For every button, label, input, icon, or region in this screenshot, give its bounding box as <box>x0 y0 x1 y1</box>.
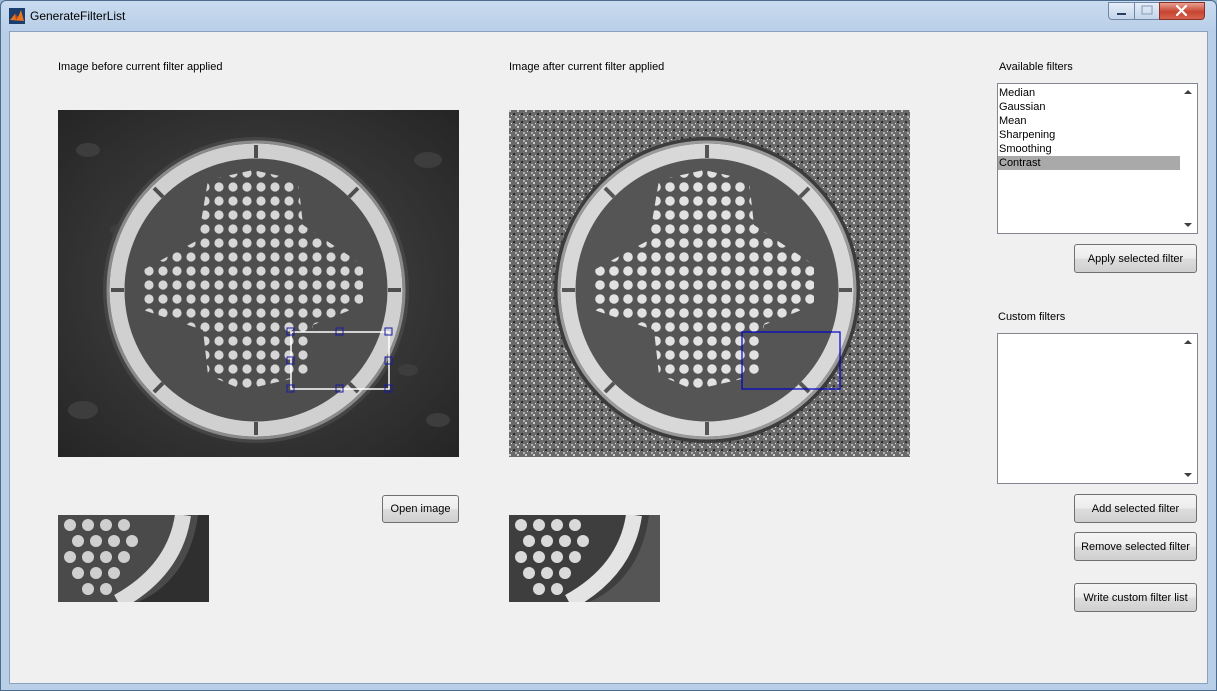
close-icon <box>1175 4 1188 17</box>
custom-filters-label: Custom filters <box>998 311 1066 323</box>
available-filters-scrollbar[interactable] <box>1180 84 1197 233</box>
maximize-button[interactable] <box>1134 2 1160 20</box>
list-item[interactable]: Smoothing <box>998 142 1180 156</box>
figure-panel: Image before current filter applied Imag… <box>9 31 1208 684</box>
before-image-label: Image before current filter applied <box>58 61 223 73</box>
before-zoom-picture <box>58 515 209 602</box>
maximize-icon <box>1141 5 1153 15</box>
list-item[interactable]: Contrast <box>998 156 1180 170</box>
scroll-up-arrow-icon[interactable] <box>1184 90 1192 94</box>
open-image-button[interactable]: Open image <box>382 495 459 523</box>
title-bar[interactable]: GenerateFilterList <box>1 1 1216 30</box>
available-filters-label: Available filters <box>999 61 1073 73</box>
list-item[interactable]: Mean <box>998 114 1180 128</box>
minimize-button[interactable] <box>1108 2 1135 20</box>
scroll-down-arrow-icon[interactable] <box>1184 223 1192 227</box>
write-custom-filter-list-button[interactable]: Write custom filter list <box>1074 583 1197 612</box>
remove-selected-filter-button[interactable]: Remove selected filter <box>1074 532 1197 561</box>
before-image <box>58 110 459 457</box>
window-title: GenerateFilterList <box>30 9 126 23</box>
list-item[interactable]: Median <box>998 86 1180 100</box>
custom-filters-scrollbar[interactable] <box>1180 334 1197 483</box>
after-image-label: Image after current filter applied <box>509 61 665 73</box>
available-filters-list: Median Gaussian Mean Sharpening Smoothing Con… <box>998 84 1180 170</box>
custom-filters-list <box>998 334 1180 336</box>
after-image-axes[interactable] <box>509 110 910 457</box>
list-item[interactable]: Gaussian <box>998 100 1180 114</box>
available-filters-listbox[interactable]: Median Gaussian Mean Sharpening Smoothing Con… <box>997 83 1198 234</box>
custom-filters-listbox[interactable] <box>997 333 1198 484</box>
scroll-up-arrow-icon[interactable] <box>1184 340 1192 344</box>
before-image-axes[interactable] <box>58 110 459 457</box>
minimize-icon <box>1117 13 1126 15</box>
matlab-icon <box>9 8 25 24</box>
application-window: GenerateFilterList Image before current … <box>0 0 1217 691</box>
scroll-down-arrow-icon[interactable] <box>1184 473 1192 477</box>
before-zoom-image <box>58 515 209 602</box>
add-selected-filter-button[interactable]: Add selected filter <box>1074 494 1197 523</box>
after-image <box>509 110 910 457</box>
after-zoom-picture <box>509 515 660 602</box>
close-button[interactable] <box>1159 2 1205 20</box>
list-item[interactable]: Sharpening <box>998 128 1180 142</box>
after-zoom-image <box>509 515 660 602</box>
apply-selected-filter-button[interactable]: Apply selected filter <box>1074 244 1197 273</box>
